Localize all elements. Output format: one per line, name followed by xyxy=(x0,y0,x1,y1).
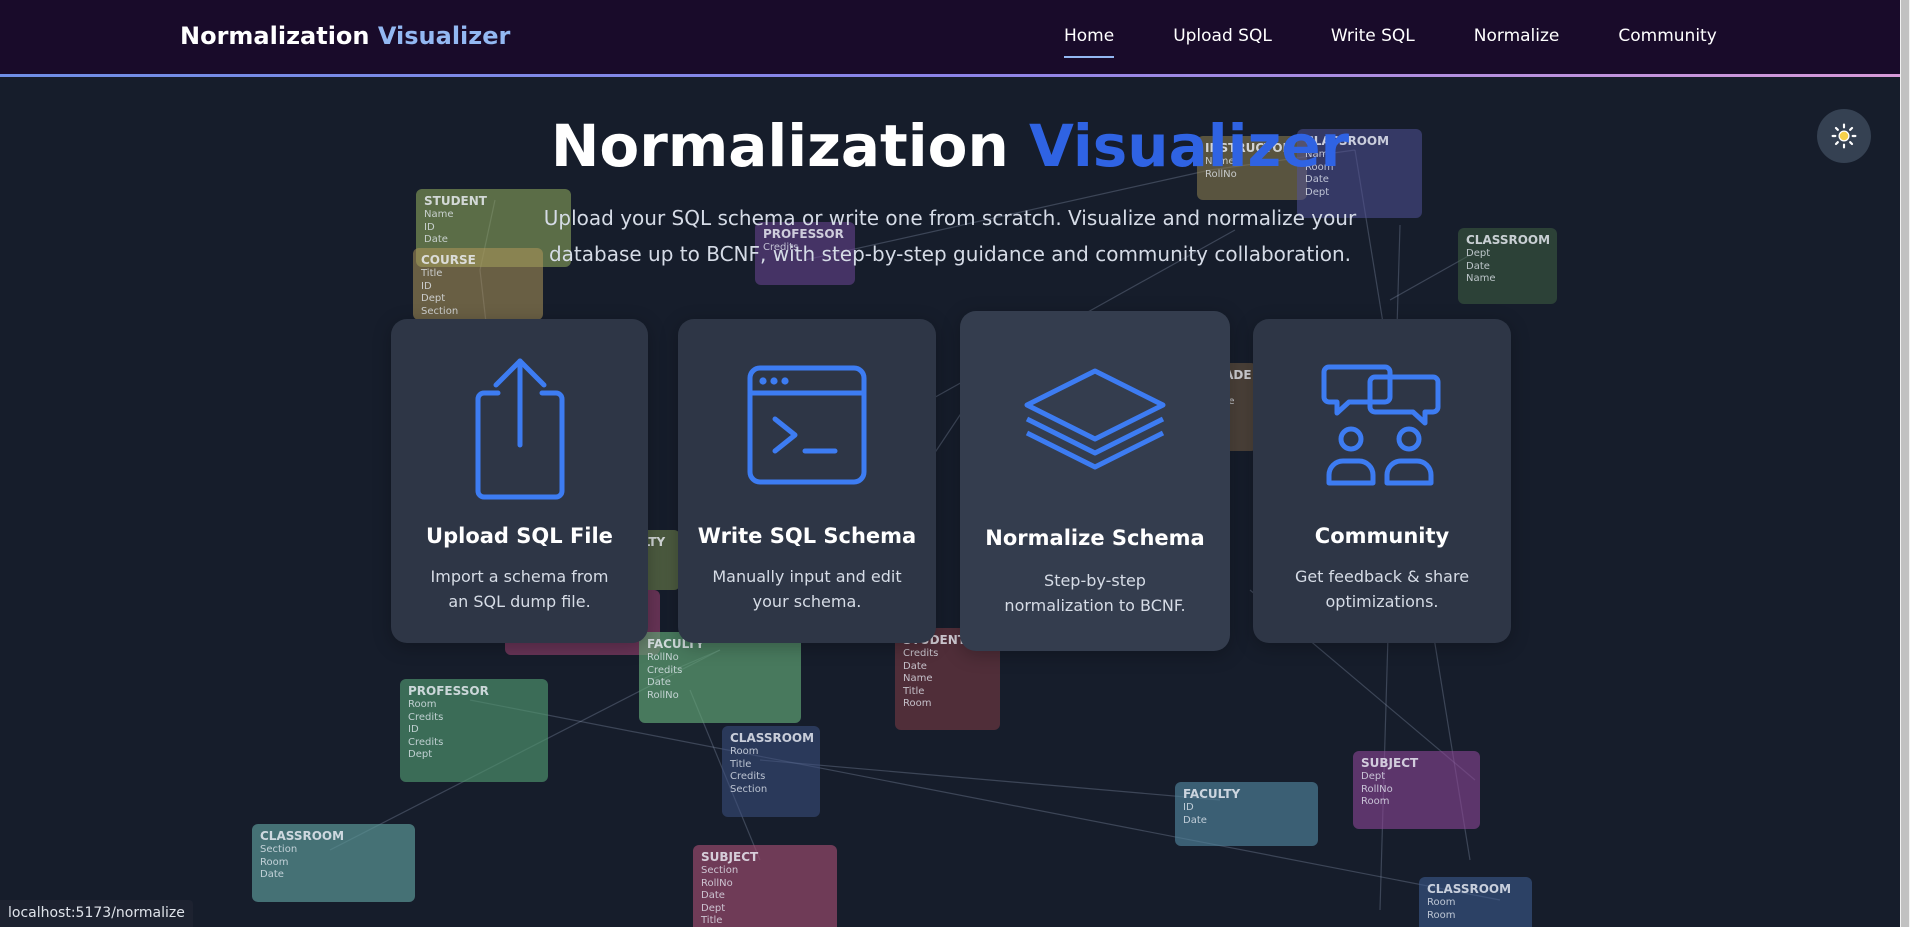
card-title: Normalize Schema xyxy=(985,526,1205,550)
bg-table-field: Dept xyxy=(408,749,433,760)
bg-table-field: Name xyxy=(903,673,933,684)
bg-table-field: Title xyxy=(903,685,925,697)
card-title: Upload SQL File xyxy=(426,524,613,548)
page-scrollbar[interactable] xyxy=(1900,0,1910,927)
bg-table-name: CLASSROOM xyxy=(1427,882,1512,896)
card-description: Get feedback & share optimizations. xyxy=(1294,567,1470,611)
card-normalize-schema[interactable]: Normalize Schema Step-by-step normalizat… xyxy=(960,311,1230,651)
card-upload-sql-file[interactable]: Upload SQL File Import a schema from an … xyxy=(391,319,648,643)
community-icon xyxy=(1321,364,1441,486)
bg-table-faculty: FACULTY ID Date xyxy=(1175,782,1318,846)
bg-table-field: Dept xyxy=(1361,771,1386,782)
bg-table-field: Room xyxy=(408,699,437,710)
card-write-sql-schema[interactable]: Write SQL Schema Manually input and edit… xyxy=(678,319,936,643)
hero-subtitle: Upload your SQL schema or write one from… xyxy=(543,206,1357,266)
bg-table-field: Date xyxy=(647,677,671,688)
hero-title: Normalization Visualizer xyxy=(0,112,1900,180)
bg-table-field: Title xyxy=(421,268,443,279)
bg-table-name: CLASSROOM xyxy=(260,829,345,843)
terminal-icon xyxy=(747,365,867,485)
bg-table-field: Title xyxy=(730,758,752,770)
bg-table-classroom: CLASSROOM Section Room Date xyxy=(252,824,415,902)
bg-table-field: Room xyxy=(730,746,759,757)
bg-table-field: Title xyxy=(701,915,723,926)
bg-table-field: RollNo xyxy=(1361,783,1393,795)
bg-table-field: Room xyxy=(1361,796,1390,807)
bg-table-field: Date xyxy=(1183,814,1207,826)
bg-table-field: ID xyxy=(1183,802,1194,813)
nav-link-home[interactable]: Home xyxy=(1045,0,1133,74)
bg-table-subject: SUBJECT Dept RollNo Room xyxy=(1353,751,1480,829)
bg-table-name: PROFESSOR xyxy=(408,684,489,698)
bg-table-name: CLASSROOM xyxy=(730,731,815,745)
card-community[interactable]: Community Get feedback & share optimizat… xyxy=(1253,319,1511,643)
nav-gradient-divider xyxy=(0,74,1900,77)
card-icon-wrap xyxy=(678,363,936,487)
sun-icon xyxy=(1831,123,1857,149)
bg-table-field: RollNo xyxy=(647,689,679,701)
bg-table-field: RollNo xyxy=(701,877,733,889)
bg-table-field: RollNo xyxy=(647,652,679,663)
bg-table-classroom: CLASSROOM Room Title Credits Section xyxy=(722,726,820,817)
bg-table-field: Credits xyxy=(647,664,683,676)
bg-table-field: ID xyxy=(408,724,419,735)
card-description: Manually input and edit your schema. xyxy=(712,567,902,611)
bg-table-field: Date xyxy=(903,660,927,672)
nav-link-upload-sql[interactable]: Upload SQL xyxy=(1154,0,1291,74)
bg-table-field: Dept xyxy=(421,293,446,304)
bg-table-field: ID xyxy=(421,280,432,292)
bg-table-field: Date xyxy=(260,869,284,880)
bg-table-field: Dept xyxy=(1466,248,1491,259)
card-description: Import a schema from an SQL dump file. xyxy=(430,567,609,611)
top-navbar: Normalization Visualizer Home Upload SQL… xyxy=(0,0,1900,74)
nav-links: Home Upload SQL Write SQL Normalize Comm… xyxy=(1045,0,1757,74)
brand-main: Normalization xyxy=(180,22,370,50)
status-bar-url: localhost:5173/normalize xyxy=(0,900,193,927)
bg-table-subject: SUBJECT Section RollNo Date Dept Title xyxy=(693,845,837,927)
bg-table-field: Room xyxy=(1427,909,1456,921)
bg-table-name: CLASSROOM xyxy=(1466,233,1551,247)
theme-toggle-button[interactable] xyxy=(1817,109,1871,163)
nav-link-community[interactable]: Community xyxy=(1599,0,1735,74)
bg-table-field: Room xyxy=(903,698,932,709)
card-title: Write SQL Schema xyxy=(697,524,917,548)
bg-table-course: COURSE Title ID Dept Section xyxy=(413,248,543,320)
bg-table-classroom: CLASSROOM Room Room xyxy=(1419,877,1532,927)
bg-table-name: SUBJECT xyxy=(1361,756,1419,770)
scrollbar-thumb[interactable] xyxy=(1901,0,1909,927)
hero-title-main: Normalization xyxy=(550,112,1009,180)
bg-table-name: FACULTY xyxy=(1183,787,1241,801)
bg-table-name: COURSE xyxy=(421,253,476,267)
bg-table-classroom: CLASSROOM Dept Date Name xyxy=(1458,228,1557,304)
hero-title-accent: Visualizer xyxy=(1029,112,1350,180)
bg-table-field: Section xyxy=(730,783,768,795)
bg-table-name: SUBJECT xyxy=(701,850,759,864)
bg-table-field: Dept xyxy=(701,902,726,914)
card-title: Community xyxy=(1314,524,1450,548)
bg-table-field: Credits xyxy=(408,711,444,723)
bg-table-professor: PROFESSOR Room Credits ID Credits Dept xyxy=(400,679,548,782)
bg-table-faculty: FACULTY RollNo Credits Date RollNo xyxy=(639,632,801,723)
bg-table-field: Name xyxy=(1466,273,1496,284)
brand-logo[interactable]: Normalization Visualizer xyxy=(180,22,510,50)
bg-table-field: Date xyxy=(1466,260,1490,272)
bg-table-field: Room xyxy=(260,856,289,868)
brand-accent: Visualizer xyxy=(377,22,511,50)
card-icon-wrap xyxy=(1253,361,1511,487)
upload-icon xyxy=(475,358,564,500)
card-description: Step-by-step normalization to BCNF. xyxy=(1004,571,1186,615)
nav-link-normalize[interactable]: Normalize xyxy=(1455,0,1579,74)
nav-link-write-sql[interactable]: Write SQL xyxy=(1312,0,1434,74)
bg-table-field: Dept xyxy=(1305,186,1330,198)
bg-table-field: Credits xyxy=(730,771,766,782)
bg-table-field: Section xyxy=(421,305,459,317)
bg-table-field: Room xyxy=(1427,897,1456,908)
card-icon-wrap xyxy=(960,367,1230,473)
bg-table-field: Section xyxy=(701,865,739,876)
card-icon-wrap xyxy=(391,353,648,501)
bg-table-field: Credits xyxy=(408,736,444,748)
bg-table-field: Section xyxy=(260,844,298,855)
bg-table-field: Date xyxy=(701,890,725,901)
layers-icon xyxy=(1024,368,1166,470)
